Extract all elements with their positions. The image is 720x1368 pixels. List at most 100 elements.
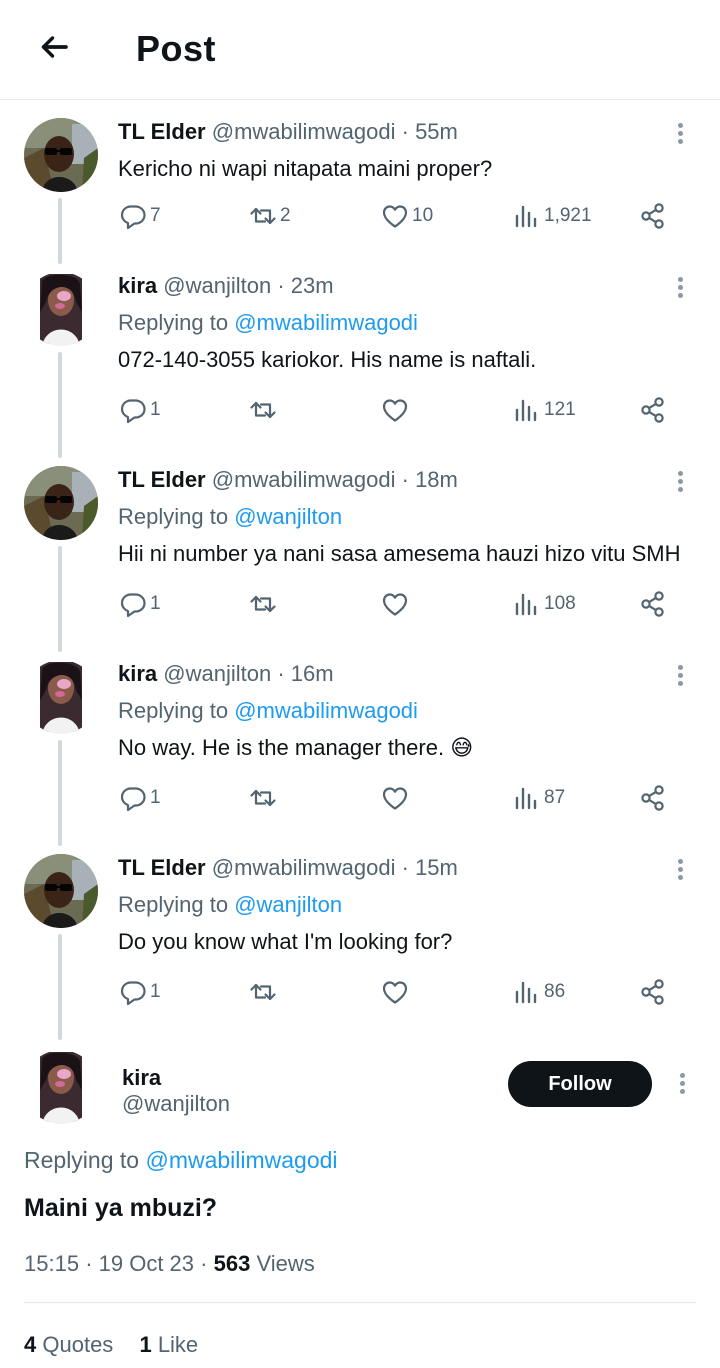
views-count: 121 [544,399,576,420]
replying-prefix: Replying to [118,892,229,917]
thread-line [58,934,62,1040]
timestamp[interactable]: 23m [291,273,334,298]
retweet-button[interactable]: 2 [248,198,291,234]
thread-line [58,546,62,652]
handle[interactable]: @wanjilton [163,273,271,298]
views-button[interactable]: 1,921 [512,198,592,234]
quotes-link[interactable]: 4 Quotes [24,1332,113,1357]
avatar[interactable] [24,660,98,734]
top-bar: Post [0,0,720,100]
views-button[interactable]: 86 [512,974,565,1010]
share-button[interactable] [638,198,668,234]
more-options-icon[interactable] [670,856,690,886]
timestamp[interactable]: 15m [415,855,458,880]
share-button[interactable] [638,392,668,428]
separator-dot: · [85,1251,93,1276]
post-time[interactable]: 15:15 [24,1251,79,1276]
more-options-icon[interactable] [670,274,690,304]
replying-to: Replying to @mwabilimwagodi [118,309,696,337]
display-name[interactable]: TL Elder [118,467,206,492]
like-button[interactable] [380,780,412,816]
more-options-icon[interactable] [672,1070,692,1100]
tweet-text: Do you know what I'm looking for? [118,929,453,954]
reply-count: 1 [150,399,161,420]
mention-link[interactable]: @wanjilton [234,504,342,529]
likes-link[interactable]: 1 Like [139,1332,198,1357]
like-button[interactable] [380,974,412,1010]
heart-icon [380,589,410,619]
avatar[interactable] [24,854,98,928]
action-bar: 7 2 10 1,921 [118,198,678,234]
retweet-button[interactable] [248,392,280,428]
reply-button[interactable]: 7 [118,198,161,234]
back-arrow-icon[interactable] [30,26,74,70]
handle[interactable]: @mwabilimwagodi [212,119,396,144]
display-name[interactable]: kira [118,273,157,298]
replying-to: Replying to @wanjilton [118,503,696,531]
retweet-button[interactable] [248,586,280,622]
separator-dot: · [277,661,285,686]
thread-line [58,198,62,264]
like-button[interactable] [380,586,412,622]
avatar[interactable] [24,118,98,192]
views-chart-icon [512,201,542,231]
avatar[interactable] [24,1050,98,1124]
thread-line [58,352,62,458]
reply-button[interactable]: 1 [118,392,161,428]
separator-dot: · [277,273,285,298]
reply-button[interactable]: 1 [118,780,161,816]
replying-prefix: Replying to [118,504,229,529]
like-button[interactable] [380,392,412,428]
display-name[interactable]: TL Elder [118,855,206,880]
views-count: 1,921 [544,205,592,226]
display-name[interactable]: kira [122,1065,161,1091]
quotes-count: 4 [24,1332,37,1357]
share-button[interactable] [638,780,668,816]
avatar[interactable] [24,272,98,346]
handle[interactable]: @wanjilton [122,1091,230,1117]
handle[interactable]: @mwabilimwagodi [212,467,396,492]
share-button[interactable] [638,974,668,1010]
views-label: Views [256,1251,315,1276]
views-button[interactable]: 108 [512,586,576,622]
tweet-text: Hii ni number ya nani sasa amesema hauzi… [118,541,681,566]
more-options-icon[interactable] [670,662,690,692]
share-icon [638,395,668,425]
views-button[interactable]: 121 [512,392,576,428]
views-chart-icon [512,589,542,619]
retweet-icon [248,589,278,619]
timestamp[interactable]: 18m [415,467,458,492]
share-icon [638,783,668,813]
mention-link[interactable]: @mwabilimwagodi [145,1147,337,1173]
timestamp[interactable]: 16m [291,661,334,686]
replying-to: Replying to @mwabilimwagodi [24,1147,338,1174]
more-options-icon[interactable] [670,468,690,498]
retweet-button[interactable] [248,974,280,1010]
views-chart-icon [512,783,542,813]
mention-link[interactable]: @mwabilimwagodi [234,310,418,335]
views-button[interactable]: 87 [512,780,565,816]
handle[interactable]: @wanjilton [163,661,271,686]
reply-button[interactable]: 1 [118,586,161,622]
mention-link[interactable]: @mwabilimwagodi [234,698,418,723]
mention-link[interactable]: @wanjilton [234,892,342,917]
retweet-icon [248,395,278,425]
page-title: Post [136,28,217,69]
handle[interactable]: @mwabilimwagodi [212,855,396,880]
like-count: 10 [412,205,434,226]
post-date[interactable]: 19 Oct 23 [99,1251,194,1276]
more-options-icon[interactable] [670,120,690,150]
avatar[interactable] [24,466,98,540]
replying-prefix: Replying to [118,698,229,723]
heart-icon [380,977,410,1007]
display-name[interactable]: TL Elder [118,119,206,144]
retweet-button[interactable] [248,780,280,816]
like-button[interactable]: 10 [380,198,433,234]
share-icon [638,201,668,231]
reply-button[interactable]: 1 [118,974,161,1010]
share-button[interactable] [638,586,668,622]
display-name[interactable]: kira [118,661,157,686]
follow-button[interactable]: Follow [508,1061,652,1107]
timestamp[interactable]: 55m [415,119,458,144]
tweet-text: Kericho ni wapi nitapata maini proper? [118,156,493,181]
